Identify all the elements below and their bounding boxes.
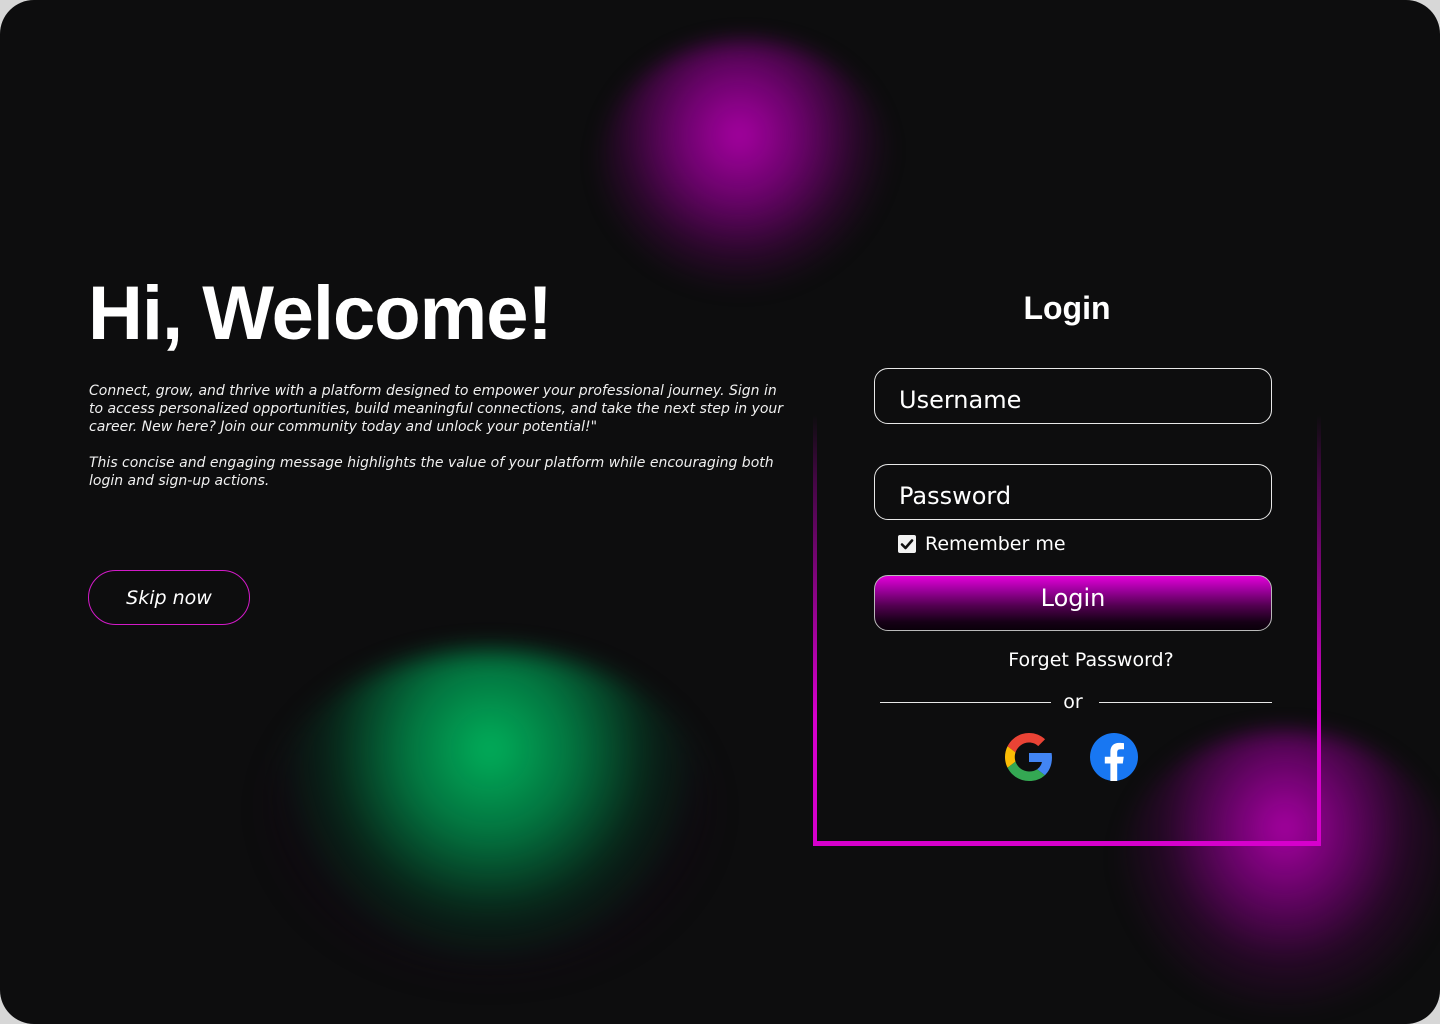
welcome-paragraph-1: Connect, grow, and thrive with a platfor… [89, 383, 784, 435]
google-login-button[interactable] [1005, 733, 1053, 781]
google-icon [1005, 733, 1052, 781]
password-input[interactable] [874, 464, 1272, 520]
username-input[interactable] [874, 368, 1272, 424]
login-button[interactable]: Login [874, 575, 1272, 631]
welcome-description: Connect, grow, and thrive with a platfor… [89, 382, 789, 508]
skip-now-button[interactable]: Skip now [88, 570, 250, 625]
welcome-title: Hi, Welcome! [88, 271, 553, 356]
checkmark-icon [900, 539, 914, 550]
login-title: Login [1023, 290, 1111, 326]
facebook-icon [1090, 733, 1138, 781]
magenta-glow-top [600, 40, 890, 290]
remember-me-toggle[interactable]: Remember me [898, 533, 1066, 555]
login-page: Hi, Welcome! Connect, grow, and thrive w… [0, 0, 1440, 1024]
facebook-login-button[interactable] [1090, 733, 1138, 781]
green-glow [265, 650, 715, 980]
remember-me-checkbox[interactable] [898, 535, 916, 553]
forgot-password-link[interactable]: Forget Password? [1008, 649, 1173, 671]
divider-or-label: or [1063, 691, 1083, 713]
divider-line-left [880, 702, 1051, 703]
remember-me-label: Remember me [925, 533, 1066, 555]
welcome-paragraph-2: This concise and engaging message highli… [89, 455, 774, 489]
magenta-glow-right [1120, 730, 1440, 1010]
divider-line-right [1099, 702, 1272, 703]
